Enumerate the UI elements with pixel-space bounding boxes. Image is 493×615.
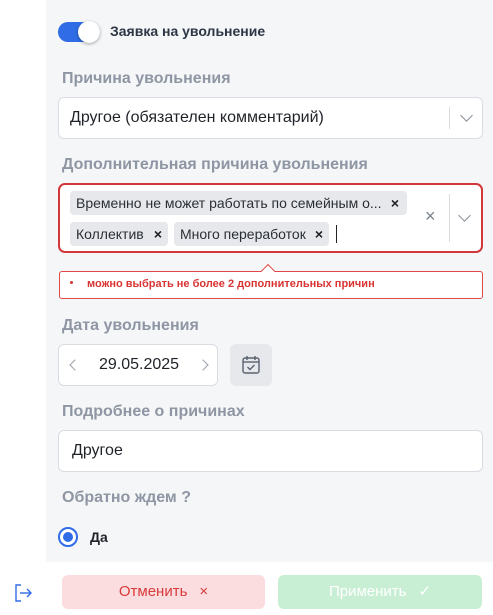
calendar-button[interactable]	[230, 344, 272, 386]
select-separator	[449, 194, 450, 242]
chevron-down-icon[interactable]	[460, 109, 473, 122]
date-label: Дата увольнения	[62, 317, 199, 334]
chevron-right-icon[interactable]	[197, 359, 209, 371]
calendar-check-icon	[242, 356, 260, 374]
radio-yes[interactable]	[58, 527, 78, 547]
chevron-left-icon[interactable]	[69, 359, 81, 371]
tag-remove-icon[interactable]: ×	[154, 222, 162, 246]
select-separator	[449, 107, 450, 129]
reason-value: Другое (обязателен комментарий)	[70, 109, 324, 126]
tag-label: Временно не может работать по семейным о…	[76, 195, 382, 211]
wait-back-label: Обратно ждем ?	[62, 489, 191, 506]
radio-yes-label[interactable]: Да	[90, 529, 108, 545]
extra-reason-multiselect[interactable]: Временно не может работать по семейным о…	[58, 183, 483, 253]
apply-button[interactable]: Применить ✓	[278, 575, 482, 609]
tag-remove-icon[interactable]: ×	[315, 222, 323, 246]
text-caret	[336, 225, 337, 243]
cancel-button[interactable]: Отменить ×	[62, 575, 265, 609]
toggle-label: Заявка на увольнение	[110, 23, 266, 39]
tag-family: Временно не может работать по семейным о…	[70, 191, 407, 215]
toggle-knob	[78, 21, 100, 43]
chevron-down-icon[interactable]	[458, 209, 471, 222]
date-picker[interactable]: 29.05.2025	[58, 344, 218, 386]
tag-remove-icon[interactable]: ×	[391, 191, 399, 215]
resignation-toggle[interactable]	[58, 21, 100, 43]
details-label: Подробнее о причинах	[62, 403, 245, 420]
check-icon: ✓	[418, 583, 432, 600]
clear-icon[interactable]: ×	[425, 206, 436, 227]
error-message: можно выбрать не более 2 дополнительных …	[87, 278, 375, 290]
details-value: Другое	[72, 442, 123, 459]
tag-label: Много переработок	[180, 226, 306, 242]
apply-label: Применить	[328, 583, 407, 600]
extra-reason-label: Дополнительная причина увольнения	[62, 156, 368, 173]
radio-dot	[63, 532, 73, 542]
cancel-label: Отменить	[118, 583, 188, 600]
tag-team: Коллектив ×	[70, 222, 168, 246]
reason-select[interactable]: Другое (обязателен комментарий)	[58, 97, 483, 139]
error-bullet-icon	[70, 281, 73, 284]
logout-icon[interactable]	[12, 582, 34, 604]
close-icon: ×	[199, 583, 209, 600]
tag-overtime: Много переработок ×	[174, 222, 329, 246]
date-value[interactable]: 29.05.2025	[99, 356, 179, 374]
error-tooltip: можно выбрать не более 2 дополнительных …	[59, 263, 483, 299]
tag-label: Коллектив	[76, 226, 144, 242]
reason-label: Причина увольнения	[62, 70, 231, 87]
details-input[interactable]: Другое	[58, 430, 483, 472]
